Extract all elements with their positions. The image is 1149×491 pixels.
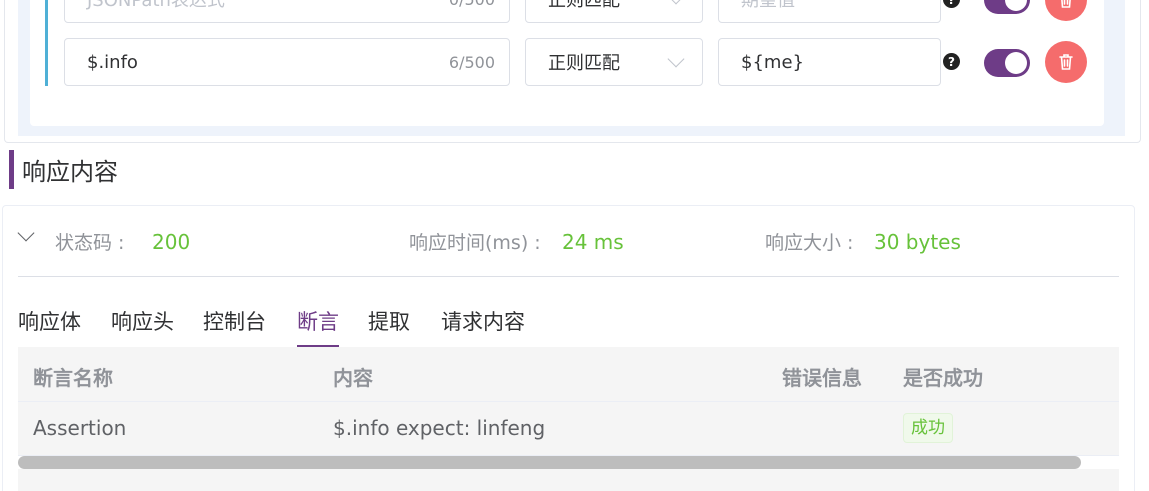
jsonpath-input-1-placeholder: JSONPath表达式	[87, 0, 225, 11]
jsonpath-input-1[interactable]: JSONPath表达式 0/500	[64, 0, 510, 23]
jsonpath-input-2-value: $.info	[87, 51, 138, 73]
response-time-label: 响应时间(ms) :	[409, 232, 541, 254]
match-type-select-1[interactable]: 正则匹配	[525, 0, 703, 23]
tab-request-content[interactable]: 请求内容	[441, 306, 525, 336]
match-type-select-1-value: 正则匹配	[548, 0, 620, 11]
column-header-error: 错误信息	[782, 366, 862, 390]
table-row	[18, 402, 1119, 456]
status-code-value: 200	[152, 230, 191, 254]
section-title: 响应内容	[22, 158, 118, 186]
response-size-label: 响应大小 :	[765, 232, 854, 254]
column-header-success: 是否成功	[903, 366, 983, 390]
tab-response-body[interactable]: 响应体	[18, 306, 81, 336]
chevron-down-icon	[667, 0, 685, 5]
response-time-value: 24 ms	[562, 230, 624, 254]
expected-value-input-2[interactable]: ${me}	[718, 38, 941, 86]
status-code-label: 状态码 :	[55, 232, 125, 254]
cell-assertion-content: $.info expect: linfeng	[333, 416, 546, 440]
enable-switch-1[interactable]	[984, 0, 1030, 14]
table-footer	[18, 469, 1119, 491]
cell-assertion-name: Assertion	[33, 416, 127, 440]
horizontal-scrollbar[interactable]	[18, 456, 1081, 469]
status-badge: 成功	[903, 413, 953, 443]
question-circle-icon[interactable]: ?	[943, 53, 960, 70]
assertion-row-accent	[45, 0, 48, 86]
trash-icon	[1061, 0, 1071, 8]
tab-response-headers[interactable]: 响应头	[111, 306, 174, 336]
tab-assertions[interactable]: 断言	[297, 306, 339, 336]
expected-value-input-1[interactable]: 期望值	[718, 0, 941, 23]
jsonpath-input-2[interactable]: $.info 6/500	[64, 38, 510, 86]
jsonpath-input-2-count: 6/500	[448, 52, 495, 72]
response-size-value: 30 bytes	[874, 230, 961, 254]
jsonpath-input-1-count: 0/500	[449, 0, 495, 9]
column-header-content: 内容	[333, 366, 373, 390]
delete-button-2[interactable]	[1045, 41, 1087, 83]
tab-extract[interactable]: 提取	[368, 306, 410, 336]
column-header-name: 断言名称	[33, 366, 113, 390]
chevron-down-icon	[667, 50, 685, 68]
tab-console[interactable]: 控制台	[203, 306, 266, 336]
match-type-select-2[interactable]: 正则匹配	[525, 38, 703, 86]
match-type-select-2-value: 正则匹配	[548, 53, 620, 74]
trash-icon	[1059, 54, 1073, 70]
expected-value-input-1-placeholder: 期望值	[741, 0, 795, 11]
expected-value-input-2-value: ${me}	[741, 51, 804, 73]
stats-divider	[18, 276, 1119, 277]
section-accent-bar	[9, 150, 14, 189]
enable-switch-2[interactable]	[984, 49, 1030, 77]
